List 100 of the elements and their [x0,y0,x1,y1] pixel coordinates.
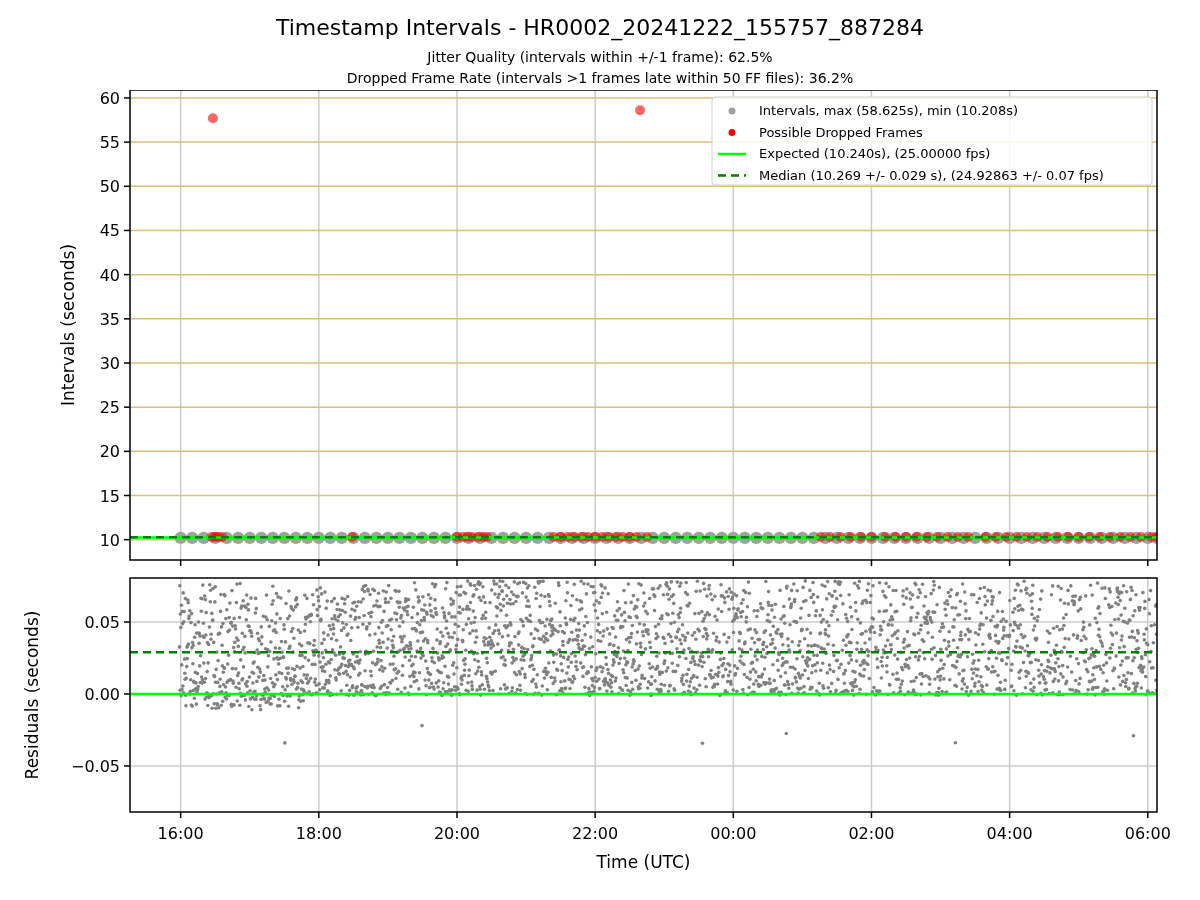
interval-point [370,531,383,545]
interval-point [934,531,947,545]
dropped-frame-point [472,532,483,543]
legend-label: Median (10.269 +/- 0.029 s), (24.92863 +/- 0.07 fps) [759,167,1104,183]
interval-point [1014,531,1028,545]
y-tick-label: 55 [99,133,120,153]
y-axis-label: Intervals (seconds) [58,243,78,407]
dropped-frame-point [1032,532,1043,543]
x-axis-label: Time (UTC) [596,852,691,872]
figure-title: Timestamp Intervals - HR0002_20241222_155757_887284 [275,15,925,41]
legend-label: Expected (10.240s), (25.00000 fps) [759,146,991,161]
interval-point [1049,531,1062,545]
interval-point [174,531,187,545]
dropped-frame-point [1125,532,1136,543]
interval-point [519,531,533,545]
interval-point [427,531,441,545]
dropped-frame-point [835,532,846,543]
interval-point [704,531,717,545]
x-tick-label: 00:00 [710,824,757,843]
interval-point [220,531,233,545]
dropped-frame-point [880,532,891,543]
y-tick-label: 30 [99,354,120,373]
interval-point [646,531,659,545]
interval-point [496,531,510,545]
y-axis-label: Residuals (seconds) [22,610,42,780]
interval-point [404,531,418,545]
interval-point [784,531,798,545]
interval-point [1130,531,1143,545]
interval-point [1003,531,1016,545]
interval-point [197,531,210,545]
interval-point [807,531,821,545]
dropped-frame-point [1042,532,1053,543]
dropped-frame-point [990,532,1001,543]
interval-point [473,531,487,545]
legend-label: Possible Dropped Frames [759,124,923,140]
dropped-frame-point [1011,532,1022,543]
figure-subtitle: Jitter Quality (intervals within +/-1 frame): 62.5% [427,48,773,67]
y-tick-label: 60 [99,90,120,108]
dropped-frame-point [548,532,559,543]
y-tick-label: 15 [99,486,120,506]
interval-point [289,531,302,545]
interval-point [750,531,763,545]
interval-point [761,531,774,545]
interval-point [991,531,1005,545]
dropped-frame-point [1021,532,1032,543]
interval-point [542,531,556,545]
dropped-frame-point [457,532,468,543]
legend-label: Intervals, max (58.625s), min (10.208s) [759,103,1018,118]
interval-point [1107,531,1120,545]
y-tick-label: 10 [99,530,120,550]
interval-point [1038,531,1051,545]
interval-point [393,531,406,545]
interval-point [301,531,314,545]
interval-point [1118,531,1131,545]
x-tick-label: 16:00 [157,824,204,843]
dropped-frame-point [207,113,218,124]
interval-point [255,531,268,545]
interval-point [266,531,279,545]
dropped-frame-point [583,532,594,543]
interval-point [727,531,740,545]
interval-point [773,531,786,545]
interval-point [658,531,671,545]
y-tick-label: 35 [99,309,120,329]
dropped-frame-point [597,532,608,543]
dropped-frame-point [569,532,580,543]
dropped-frame-point [815,532,826,543]
interval-point [278,531,291,545]
interval-point [1026,531,1039,545]
dropped-frame-point [942,532,953,543]
interval-point [968,531,982,545]
y-tick-label: 40 [99,265,120,285]
figure-subtitle: Dropped Frame Rate (intervals >1 frames late within 50 FF files): 36.2% [346,69,854,88]
interval-point [358,531,372,545]
interval-point [796,531,809,545]
dropped-frame-point [1135,532,1146,543]
interval-point [335,531,348,545]
interval-point [324,531,337,545]
dropped-frame-point [1115,532,1126,543]
dropped-frame-point [921,532,932,543]
dropped-frame-point [641,532,652,543]
dropped-frame-point [217,532,228,543]
interval-point [692,531,705,545]
dropped-frame-point [932,532,943,543]
interval-point [508,531,521,545]
interval-point [635,531,648,545]
interval-point [830,531,844,545]
dropped-frame-point [635,105,646,116]
x-tick-label: 02:00 [848,824,895,843]
y-tick-label: 0.05 [84,613,120,633]
interval-point [243,531,256,545]
interval-point [715,531,728,545]
dropped-frame-point [1053,532,1063,543]
dropped-frame-point [952,532,963,543]
dropped-frame-point [963,532,974,543]
interval-point [531,531,544,545]
interval-point [922,531,936,545]
dropped-frame-point [610,532,621,543]
y-tick-label: 25 [99,398,120,418]
dropped-frame-point [1001,532,1012,543]
x-tick-label: 04:00 [986,824,1033,843]
